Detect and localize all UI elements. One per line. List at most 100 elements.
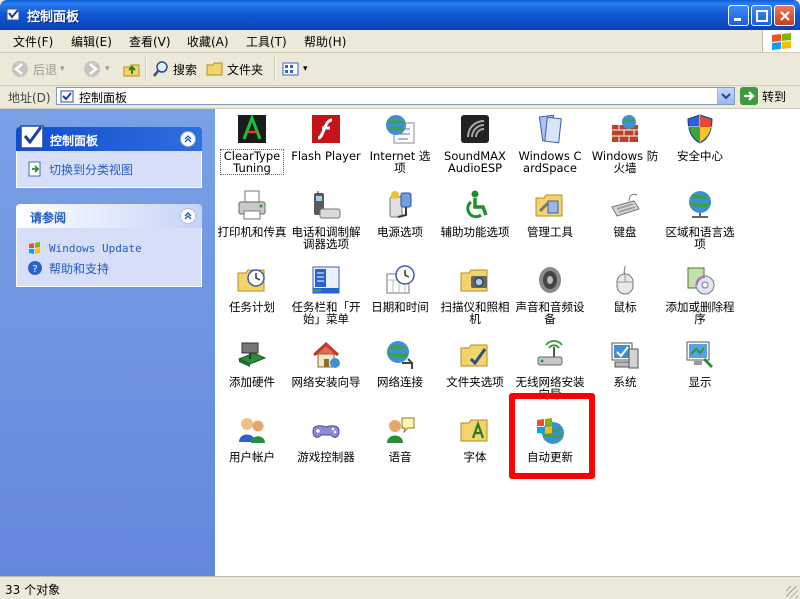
menu-edit[interactable]: 编辑(E) <box>71 33 112 50</box>
see-also-panel: 请参阅 Windows Update ? 帮助和支持 <box>16 204 202 287</box>
speech-item[interactable]: 语音 <box>365 414 435 463</box>
maximize-icon <box>756 10 768 22</box>
menu-file[interactable]: 文件(F) <box>13 33 53 50</box>
region-language-item[interactable]: 区域和语言选项 <box>665 189 735 250</box>
forward-button[interactable]: ▾ <box>82 59 110 79</box>
cardspace-item[interactable]: Windows CardSpace <box>515 113 585 174</box>
phone-modem-item[interactable]: 电话和调制解调器选项 <box>291 189 361 250</box>
search-label: 搜索 <box>173 62 198 77</box>
toolbar-separator <box>145 57 147 81</box>
panel-header[interactable]: 请参阅 <box>16 204 202 228</box>
explorer-window: 控制面板 文件(F) 编辑(E) 查看(V) 收藏(A) 工具(T) 帮助(H)… <box>0 0 800 599</box>
windows-update-link[interactable]: Windows Update <box>27 238 191 258</box>
windows-firewall-item[interactable]: Windows 防火墙 <box>590 113 660 174</box>
sound-audio-item[interactable]: 声音和音频设备 <box>515 264 585 325</box>
add-remove-programs-icon <box>687 267 715 295</box>
date-time-item[interactable]: 日期和时间 <box>365 264 435 313</box>
control-panel-icon <box>6 8 20 21</box>
network-setup-wizard-item[interactable]: 网络安装向导 <box>291 339 361 388</box>
search-button[interactable]: 搜索 <box>152 59 197 79</box>
scheduled-tasks-item[interactable]: 任务计划 <box>217 264 287 313</box>
cardspace-icon <box>538 114 562 144</box>
minimize-button[interactable] <box>728 5 749 26</box>
system-item[interactable]: 系统 <box>590 339 660 388</box>
scheduled-tasks-icon <box>237 269 265 292</box>
control-panel-large-icon <box>20 125 44 149</box>
printers-faxes-item[interactable]: 打印机和传真 <box>217 189 287 238</box>
help-support-link[interactable]: ? 帮助和支持 <box>27 258 191 278</box>
minimize-icon <box>734 18 741 21</box>
flash-player-item[interactable]: Flash Player <box>291 113 361 162</box>
cleartype-icon <box>238 113 266 143</box>
game-controllers-item[interactable]: 游戏控制器 <box>291 414 361 463</box>
panel-header[interactable]: 控制面板 <box>16 125 202 151</box>
chevron-down-icon <box>721 93 731 100</box>
panel-body: Windows Update ? 帮助和支持 <box>16 228 202 287</box>
up-folder-icon <box>123 64 140 77</box>
go-button[interactable]: 转到 <box>740 87 786 105</box>
menu-help[interactable]: 帮助(H) <box>304 33 346 50</box>
windows-flag-icon <box>772 33 791 50</box>
address-dropdown-button[interactable] <box>717 88 734 104</box>
mouse-item[interactable]: 鼠标 <box>590 264 660 313</box>
views-button[interactable]: ▾ <box>282 59 308 79</box>
menu-tools[interactable]: 工具(T) <box>246 33 287 50</box>
title-bar[interactable]: 控制面板 <box>0 0 800 30</box>
add-remove-programs-item[interactable]: 添加或删除程序 <box>665 264 735 325</box>
system-icon <box>611 342 639 369</box>
highlight-box <box>509 393 595 479</box>
keyboard-item[interactable]: 键盘 <box>590 189 660 238</box>
folder-options-item[interactable]: 文件夹选项 <box>440 339 510 388</box>
up-folder-button[interactable] <box>122 59 142 79</box>
collapse-button[interactable] <box>180 208 196 224</box>
mouse-icon <box>616 265 634 295</box>
svg-text:?: ? <box>32 264 37 275</box>
scanners-cameras-item[interactable]: 扫描仪和照相机 <box>440 264 510 325</box>
folders-button[interactable]: 文件夹 <box>206 59 263 79</box>
user-accounts-item[interactable]: 用户帐户 <box>217 414 287 463</box>
back-button[interactable]: 后退 ▾ <box>10 59 65 79</box>
region-language-icon <box>689 191 711 218</box>
control-panel-panel: 控制面板 切换到分类视图 <box>16 125 202 188</box>
firewall-icon <box>612 115 638 142</box>
windows-update-icon <box>29 242 40 254</box>
fonts-item[interactable]: 字体 <box>440 414 510 463</box>
category-view-icon <box>28 161 41 177</box>
network-connections-item[interactable]: 网络连接 <box>365 339 435 388</box>
panel-body: 切换到分类视图 <box>16 151 202 188</box>
windows-logo <box>762 30 800 52</box>
maximize-button[interactable] <box>751 5 772 26</box>
go-label: 转到 <box>762 89 787 104</box>
control-panel-icon <box>60 90 74 103</box>
internet-options-item[interactable]: Internet 选项 <box>365 113 435 174</box>
address-label: 地址(D) <box>8 91 51 105</box>
switch-category-view-link[interactable]: 切换到分类视图 <box>27 159 191 179</box>
security-center-item[interactable]: 安全中心 <box>665 113 735 162</box>
folder-icon <box>206 62 223 76</box>
scanner-camera-icon <box>460 269 488 292</box>
menu-favorites[interactable]: 收藏(A) <box>187 33 229 50</box>
wireless-setup-wizard-item[interactable]: 无线网络安装向导 <box>515 339 585 400</box>
add-hardware-item[interactable]: 添加硬件 <box>217 339 287 388</box>
menu-view[interactable]: 查看(V) <box>129 33 171 50</box>
network-connections-icon <box>387 341 413 369</box>
cleartype-item[interactable]: ClearType Tuning <box>217 113 287 175</box>
soundmax-item[interactable]: SoundMAX AudioESP <box>440 113 510 174</box>
display-item[interactable]: 显示 <box>665 339 735 388</box>
flash-icon <box>312 115 340 143</box>
collapse-button[interactable] <box>180 131 196 147</box>
taskbar-start-menu-item[interactable]: 任务栏和「开始」菜单 <box>291 264 361 325</box>
forward-arrow-icon <box>84 61 100 77</box>
admin-tools-item[interactable]: 管理工具 <box>515 189 585 238</box>
fonts-icon <box>460 419 488 442</box>
close-button[interactable] <box>774 5 795 26</box>
power-options-item[interactable]: 电源选项 <box>365 189 435 238</box>
toolbar: 后退 ▾ ▾ 搜索 文件夹 ▾ <box>0 53 800 86</box>
accessibility-item[interactable]: 辅助功能选项 <box>440 189 510 238</box>
address-value: 控制面板 <box>79 91 128 105</box>
resize-grip[interactable] <box>786 586 798 598</box>
folder-options-icon <box>460 344 488 367</box>
accessibility-icon <box>466 190 488 219</box>
address-input[interactable]: 控制面板 <box>56 87 735 105</box>
back-arrow-icon <box>12 61 28 77</box>
